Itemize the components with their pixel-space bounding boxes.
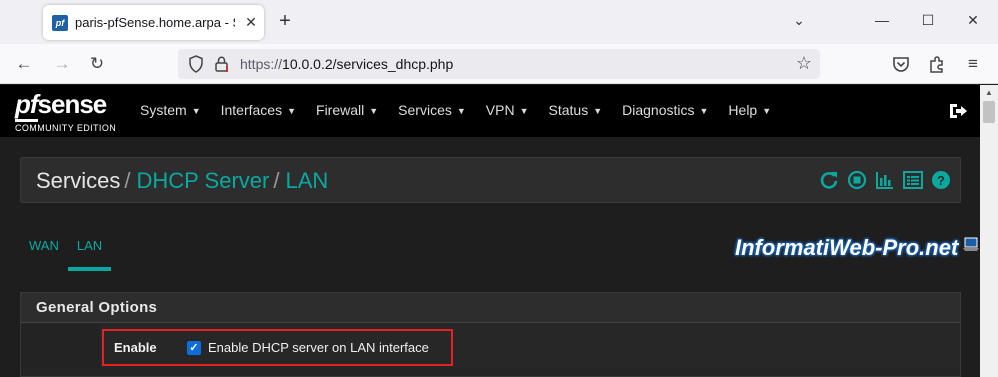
menu-interfaces[interactable]: Interfaces ▼ — [211, 85, 306, 137]
pfsense-navbar: pfsense COMMUNITY EDITION System ▼ Interf… — [0, 85, 998, 137]
menu-label: Interfaces — [220, 102, 283, 118]
bar-chart-icon[interactable] — [875, 170, 895, 190]
back-arrow-icon[interactable]: ← — [14, 54, 34, 74]
reload-icon[interactable]: ↻ — [87, 54, 107, 74]
menu-label: Diagnostics — [622, 102, 695, 118]
interface-tabs: WAN LAN — [20, 233, 112, 273]
watermark: InformatiWeb-Pro.net — [735, 235, 959, 260]
shield-icon[interactable] — [188, 55, 204, 73]
logo-edition: COMMUNITY EDITION — [15, 123, 117, 133]
logout-icon[interactable] — [948, 101, 968, 121]
general-options-panel: General Options Enable ✓ Enable DHCP ser… — [20, 292, 961, 377]
menu-label: Status — [548, 102, 589, 118]
extensions-puzzle-icon[interactable] — [927, 54, 947, 74]
menu-system[interactable]: System ▼ — [130, 85, 211, 137]
scroll-thumb[interactable] — [983, 101, 995, 123]
enable-dhcp-checkbox-label[interactable]: Enable DHCP server on LAN interface — [208, 340, 429, 355]
breadcrumb-services: Services — [36, 168, 121, 193]
menu-label: Firewall — [316, 102, 365, 118]
laptop-icon — [963, 237, 979, 251]
enable-row: Enable ✓ Enable DHCP server on LAN inter… — [21, 324, 960, 368]
enable-label: Enable — [114, 340, 157, 355]
menu-diagnostics[interactable]: Diagnostics ▼ — [612, 85, 718, 137]
caret-down-icon: ▼ — [699, 106, 709, 117]
hamburger-menu-icon[interactable]: ≡ — [963, 54, 983, 74]
header-icon-group: ? — [819, 170, 951, 192]
browser-window: pf paris-pfSense.home.arpa - Serv ✕ + ⌄ … — [0, 0, 998, 377]
new-tab-plus-icon[interactable]: + — [276, 11, 294, 31]
restart-service-icon[interactable] — [819, 170, 839, 190]
caret-down-icon: ▼ — [287, 106, 297, 117]
stop-service-icon[interactable] — [847, 170, 867, 190]
tab-strip: pf paris-pfSense.home.arpa - Serv ✕ + ⌄ … — [0, 0, 998, 44]
pfsense-logo[interactable]: pfsense COMMUNITY EDITION — [15, 89, 125, 135]
page-header: Services / DHCP Server / LAN ? — [20, 157, 961, 203]
window-close-icon[interactable]: ✕ — [963, 10, 983, 30]
menu-label: System — [140, 102, 187, 118]
forward-arrow-icon[interactable]: → — [52, 54, 72, 74]
browser-tab[interactable]: pf paris-pfSense.home.arpa - Serv ✕ — [43, 5, 264, 40]
help-question-icon[interactable]: ? — [931, 170, 951, 190]
panel-heading: General Options — [21, 293, 960, 323]
svg-text:?: ? — [937, 173, 945, 188]
scroll-up-arrow-icon[interactable]: ▲ — [980, 87, 998, 99]
tab-lan[interactable]: LAN — [67, 233, 112, 271]
enable-dhcp-checkbox[interactable]: ✓ — [187, 341, 201, 355]
vertical-scrollbar[interactable]: ▲ — [980, 85, 998, 377]
tab-title: paris-pfSense.home.arpa - Serv — [75, 15, 235, 30]
menu-label: VPN — [485, 102, 515, 118]
menu-help[interactable]: Help ▼ — [718, 85, 781, 137]
pfsense-favicon-icon: pf — [52, 15, 68, 31]
close-icon[interactable]: ✕ — [243, 14, 259, 30]
caret-down-icon: ▼ — [456, 106, 466, 117]
menu-vpn[interactable]: VPN ▼ — [476, 85, 539, 137]
logo-pf: pf — [15, 89, 39, 122]
breadcrumb-lan[interactable]: LAN — [285, 168, 328, 193]
logo-sense: sense — [37, 89, 108, 119]
maximize-icon[interactable]: ☐ — [918, 10, 938, 30]
menu-status[interactable]: Status ▼ — [539, 85, 613, 137]
panel-title: General Options — [36, 299, 158, 316]
url-protocol: https:// — [240, 56, 283, 72]
main-menu: System ▼ Interfaces ▼ Firewall ▼ Services ▼ … — [130, 85, 781, 137]
pocket-icon[interactable] — [891, 54, 911, 74]
menu-label: Services — [398, 102, 452, 118]
breadcrumb-separator: / — [273, 168, 280, 193]
breadcrumb-dhcp-server[interactable]: DHCP Server — [136, 168, 269, 193]
menu-services[interactable]: Services ▼ — [388, 85, 476, 137]
breadcrumb-separator: / — [124, 168, 131, 193]
caret-down-icon: ▼ — [369, 106, 379, 117]
tab-wan[interactable]: WAN — [20, 233, 68, 271]
lock-warning-icon[interactable] — [214, 55, 230, 73]
minimize-icon[interactable]: — — [872, 10, 892, 30]
url-host-path: 10.0.0.2/services_dhcp.php — [282, 56, 454, 72]
url-bar[interactable]: https://10.0.0.2/services_dhcp.php ☆ — [178, 49, 820, 79]
breadcrumb: Services / DHCP Server / LAN — [36, 168, 328, 194]
navigation-bar: ← → ↻ https://10.0.0.2/services_dhcp.php… — [0, 44, 998, 84]
bookmark-star-icon[interactable]: ☆ — [794, 53, 814, 73]
caret-down-icon: ▼ — [593, 106, 603, 117]
caret-down-icon: ▼ — [519, 106, 529, 117]
chevron-down-icon[interactable]: ⌄ — [790, 12, 808, 30]
url-text[interactable]: https://10.0.0.2/services_dhcp.php — [240, 56, 453, 72]
menu-label: Help — [728, 102, 758, 118]
caret-down-icon: ▼ — [762, 106, 772, 117]
caret-down-icon: ▼ — [191, 106, 201, 117]
log-list-icon[interactable] — [903, 170, 923, 190]
menu-firewall[interactable]: Firewall ▼ — [306, 85, 388, 137]
row-gutter — [21, 324, 100, 368]
